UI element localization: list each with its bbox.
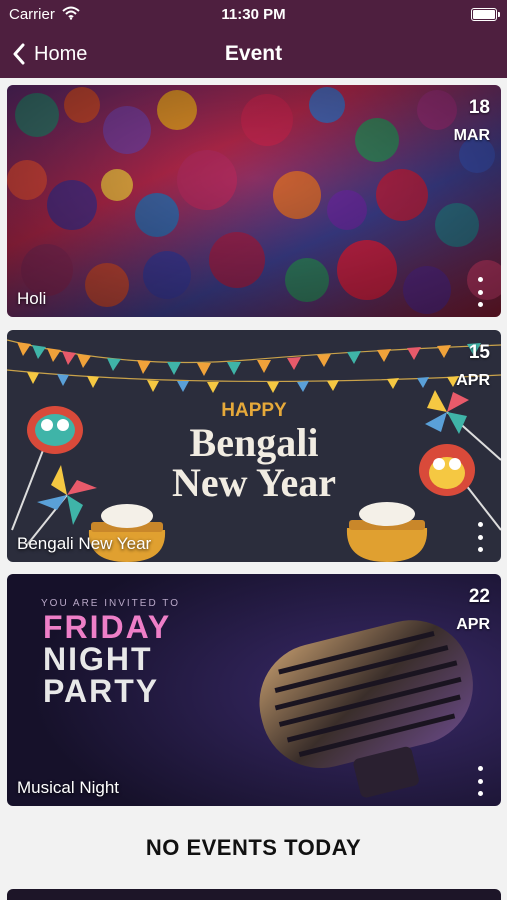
event-name: Musical Night — [17, 778, 120, 797]
event-card-bengali-new-year[interactable]: HAPPY Bengali New Year 15 APR Bengali Ne… — [7, 330, 501, 562]
battery-icon — [471, 8, 500, 21]
poster-bengali-text: Bengali — [190, 420, 319, 465]
status-bar: Carrier 11:30 PM — [0, 0, 507, 30]
more-vertical-icon[interactable] — [473, 522, 487, 552]
event-day: 18 — [468, 97, 490, 118]
event-day: 15 — [468, 342, 490, 363]
holi-crowd-image — [7, 85, 501, 317]
poster-night-text: NIGHT — [43, 641, 153, 677]
event-card-partial[interactable] — [7, 889, 501, 900]
poster-new-year-text: New Year — [172, 460, 336, 505]
event-month: MAR — [453, 127, 490, 144]
event-card-holi[interactable]: 18 MAR Holi — [7, 85, 501, 317]
more-vertical-icon[interactable] — [473, 277, 487, 307]
chevron-left-icon — [13, 43, 25, 65]
musical-night-poster: YOU ARE INVITED TO FRIDAY NIGHT PARTY — [7, 574, 501, 806]
event-month: APR — [456, 616, 490, 633]
back-button[interactable]: Home — [12, 39, 87, 69]
navigation-bar: Home Event — [0, 30, 507, 78]
event-card-musical-night[interactable]: YOU ARE INVITED TO FRIDAY NIGHT PARTY 22… — [7, 574, 501, 806]
poster-invited-text: YOU ARE INVITED TO — [41, 598, 180, 609]
status-time: 11:30 PM — [221, 6, 286, 23]
event-month: APR — [456, 372, 490, 389]
bengali-new-year-poster: HAPPY Bengali New Year — [7, 330, 501, 562]
poster-happy-text: HAPPY — [221, 400, 287, 421]
back-label: Home — [34, 42, 88, 65]
poster-party-text: PARTY — [43, 673, 159, 709]
more-vertical-icon[interactable] — [473, 766, 487, 796]
event-day: 22 — [468, 586, 490, 607]
no-events-today-label: NO EVENTS TODAY — [145, 835, 362, 860]
poster-friday-text: FRIDAY — [43, 609, 171, 645]
event-name: Bengali New Year — [17, 534, 152, 553]
event-name: Holi — [17, 289, 47, 308]
